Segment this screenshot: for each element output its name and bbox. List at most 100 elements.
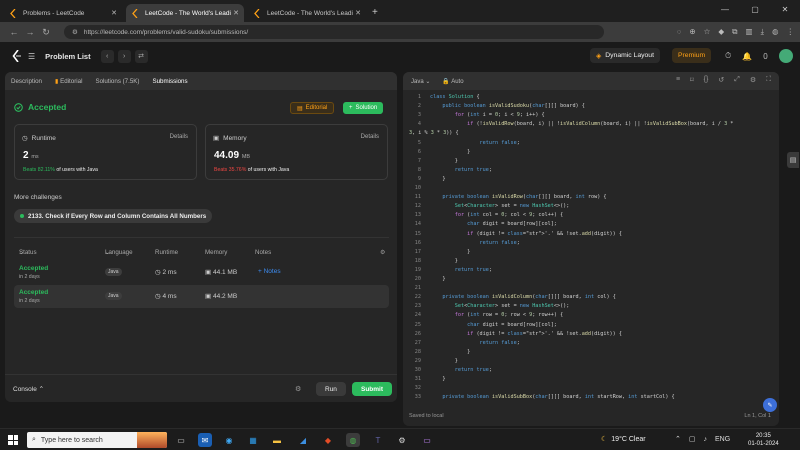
challenge-chip[interactable]: 2133. Check if Every Row and Column Cont… (14, 209, 213, 223)
code-line[interactable]: 9 } (403, 176, 779, 185)
reset-icon[interactable]: ↺ (718, 76, 724, 84)
bookmark-icon[interactable]: ☆ (704, 27, 711, 37)
extension-icon[interactable]: ◆ (718, 27, 724, 37)
runtime-details-link[interactable]: Details (170, 134, 188, 140)
console-toggle[interactable]: Console ⌃ (13, 385, 44, 393)
mail-icon[interactable]: ✉ (198, 433, 212, 447)
settings-icon[interactable]: ⚙ (395, 433, 409, 447)
network-icon[interactable]: ▢ (689, 435, 696, 443)
eye-off-icon[interactable]: ◌ (677, 27, 681, 37)
code-line[interactable]: 4 if (!isValidRow(board, i) || !isValidC… (403, 121, 779, 130)
braces-icon[interactable]: {} (704, 76, 709, 84)
format-icon[interactable]: ≡ (676, 76, 680, 84)
bell-icon[interactable]: 🔔 (742, 52, 752, 61)
profile-icon[interactable]: ◍ (772, 27, 779, 37)
menu-icon[interactable]: ⋮ (787, 27, 795, 37)
code-line[interactable]: 2 public boolean isValidSudoku(char[][] … (403, 103, 779, 112)
task-view-icon[interactable]: ▭ (174, 433, 188, 447)
browser-tab-third[interactable]: LeetCode - The World's Leadi ✕ (248, 4, 366, 22)
editorial-button[interactable]: ▤ Editorial (290, 102, 335, 114)
code-line[interactable]: 15 if (digit != class="str">'.' && !set.… (403, 231, 779, 240)
code-line[interactable]: 13 for (int col = 0; col < 9; col++) { (403, 212, 779, 221)
code-line[interactable]: 14 char digit = board[row][col]; (403, 221, 779, 230)
problem-list-icon[interactable]: ☰ (28, 52, 35, 61)
taskbar-search[interactable]: ⌕ Type here to search (27, 432, 167, 448)
code-line[interactable]: 6 } (403, 149, 779, 158)
add-notes-button[interactable]: + Notes (258, 268, 281, 275)
mode-select[interactable]: 🔒 Auto (442, 78, 463, 85)
sidebar-icon[interactable]: ▥ (746, 27, 753, 37)
row-status[interactable]: Accepted (19, 265, 48, 272)
download-icon[interactable]: ⤓ (761, 27, 764, 37)
file-explorer-icon[interactable]: ▬ (270, 433, 284, 447)
maximize-button[interactable]: ▢ (740, 0, 770, 18)
code-line[interactable]: 3 for (int i = 0; i < 9; i++) { (403, 112, 779, 121)
expand-icon[interactable]: ⤢ (734, 76, 740, 84)
leetcode-logo-icon[interactable] (12, 49, 22, 63)
code-line[interactable]: 29 } (403, 358, 779, 367)
code-line[interactable]: 26 if (digit != class="str">'.' && !set.… (403, 331, 779, 340)
new-tab-button[interactable]: + (372, 7, 378, 18)
code-line[interactable]: 12 Set<Character> set = new HashSet<>(); (403, 203, 779, 212)
code-line[interactable]: 19 return true; (403, 267, 779, 276)
bookmark-icon[interactable]: ⌑ (690, 76, 694, 84)
settings-icon[interactable]: ⚙ (295, 385, 301, 393)
code-line[interactable]: 1 class Solution { (403, 94, 779, 103)
code-line[interactable]: 32 (403, 385, 779, 394)
feedback-icon[interactable]: ✎ (763, 398, 777, 412)
reload-icon[interactable]: ↻ (38, 27, 54, 38)
close-window-button[interactable]: ✕ (770, 0, 800, 18)
close-icon[interactable]: ✕ (233, 9, 239, 17)
code-line[interactable]: 27 return false; (403, 340, 779, 349)
vscode-icon[interactable]: ◢ (296, 433, 310, 447)
language-indicator[interactable]: ENG (715, 436, 730, 443)
git-icon[interactable]: ◆ (321, 433, 335, 447)
tab-description[interactable]: Description (11, 78, 42, 85)
premium-button[interactable]: Premium (672, 48, 712, 63)
code-area[interactable]: 1 class Solution {2 public boolean isVali… (403, 94, 779, 400)
timer-icon[interactable]: ⏱ (725, 51, 731, 61)
code-line[interactable]: 33 private boolean isValidSubBox(char[][… (403, 394, 779, 403)
close-icon[interactable]: ✕ (355, 9, 361, 17)
code-line[interactable]: 31 } (403, 376, 779, 385)
code-line[interactable]: 20 } (403, 276, 779, 285)
memory-details-link[interactable]: Details (361, 134, 379, 140)
table-row[interactable]: Accepted in 2 days Java ◷ 2 ms ▣ 44.1 MB… (14, 261, 389, 284)
shuffle-icon[interactable]: ⇄ (134, 49, 148, 63)
code-line[interactable]: 17 } (403, 249, 779, 258)
code-line[interactable]: 7 } (403, 158, 779, 167)
chrome-icon[interactable]: ◍ (346, 433, 360, 447)
prev-problem-button[interactable]: ‹ (100, 49, 114, 63)
settings-icon[interactable]: ⚙ (750, 76, 756, 84)
avatar[interactable] (778, 49, 793, 63)
edge-icon[interactable]: ◉ (222, 433, 236, 447)
tab-editorial[interactable]: ▮ Editorial (55, 78, 83, 85)
weather-widget[interactable]: ☾ 19°C Clear (601, 435, 646, 444)
volume-icon[interactable]: ♪ (704, 436, 708, 443)
browser-tab-active[interactable]: LeetCode - The World's Leadi ✕ (126, 4, 244, 22)
chevron-up-icon[interactable]: ⌃ (675, 435, 681, 443)
settings-gear-icon[interactable]: ⚙ (380, 249, 386, 256)
url-bar[interactable]: ⚙ https://leetcode.com/problems/valid-su… (64, 25, 604, 39)
tab-solutions[interactable]: Solutions (7.5K) (95, 78, 139, 85)
code-line[interactable]: 5 return false; (403, 140, 779, 149)
code-line[interactable]: 8 return true; (403, 167, 779, 176)
code-line[interactable]: 18 } (403, 258, 779, 267)
fullscreen-icon[interactable]: ⛶ (766, 76, 771, 84)
submit-button[interactable]: Submit (352, 382, 393, 396)
terminal-icon[interactable]: ▭ (420, 433, 434, 447)
back-icon[interactable]: ← (6, 27, 22, 37)
close-icon[interactable]: ✕ (111, 9, 117, 17)
header-language[interactable]: Language ⌄ (105, 249, 133, 256)
solution-button[interactable]: + Solution (343, 102, 384, 114)
dynamic-layout-button[interactable]: ◈ Dynamic Layout (590, 48, 660, 63)
tab-submissions[interactable]: Submissions (152, 78, 187, 85)
code-line[interactable]: 10 (403, 185, 779, 194)
browser-tab-problems[interactable]: Problems - LeetCode ✕ (4, 4, 122, 22)
language-select[interactable]: Java ⌄ (411, 78, 430, 85)
windows-start-icon[interactable] (8, 435, 18, 445)
teams-icon[interactable]: T (371, 433, 385, 447)
next-problem-button[interactable]: › (117, 49, 131, 63)
code-line[interactable]: 28 } (403, 349, 779, 358)
puzzle-icon[interactable]: ⧉ (732, 27, 737, 37)
